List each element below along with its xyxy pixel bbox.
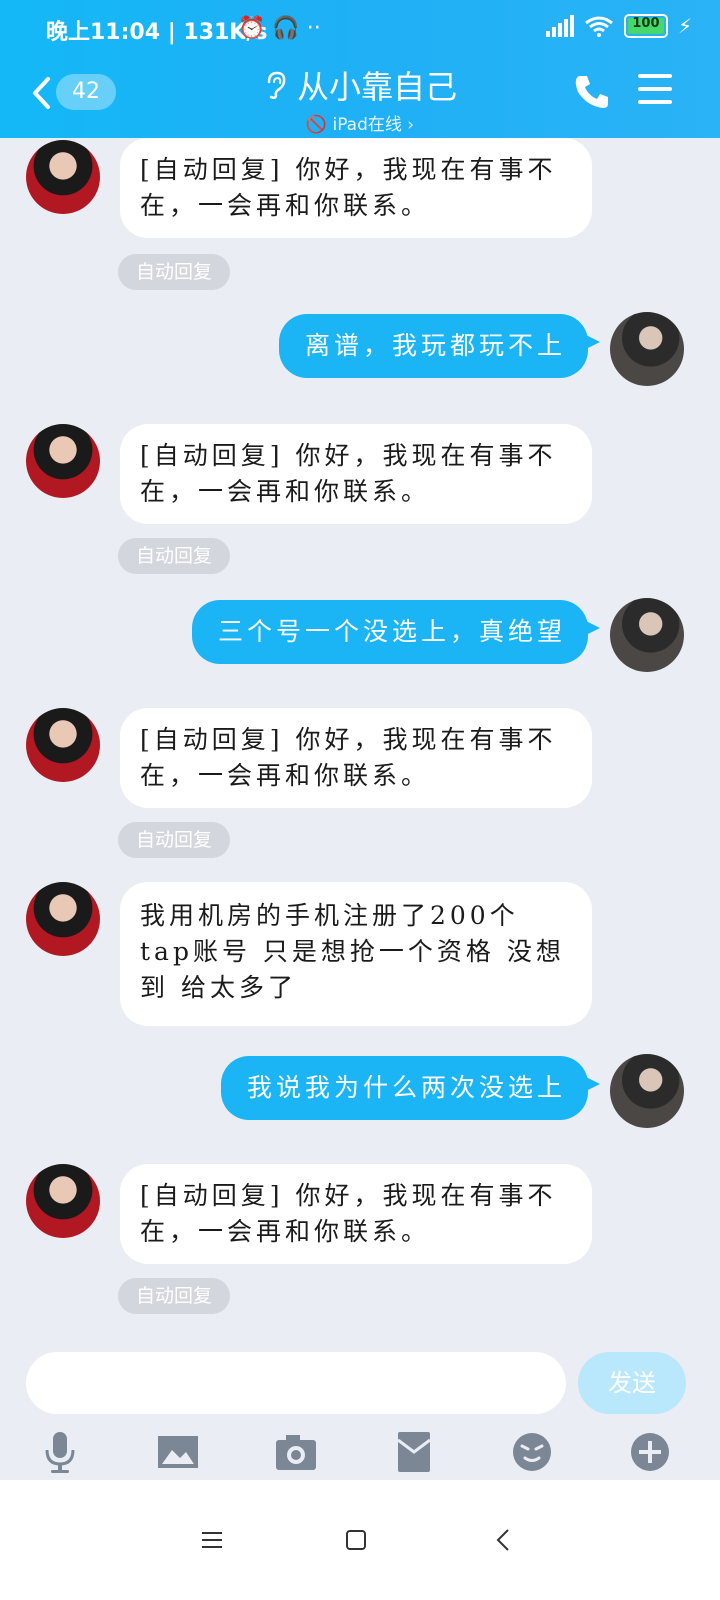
message-bubble[interactable]: [自动回复] 你好，我现在有事不在，一会再和你联系。 bbox=[120, 138, 592, 238]
status-right: 100 ⚡ bbox=[545, 14, 692, 38]
message-bubble[interactable]: 我用机房的手机注册了200个tap账号 只是想抢一个资格 没想到 给太多了 bbox=[120, 882, 592, 1026]
menu-icon[interactable] bbox=[190, 1518, 234, 1562]
home-icon[interactable] bbox=[334, 1518, 378, 1562]
message-bubble[interactable]: 离谱，我玩都玩不上 bbox=[278, 314, 601, 378]
composer: 发送 bbox=[0, 1340, 720, 1480]
message-bubble[interactable]: [自动回复] 你好，我现在有事不在，一会再和你联系。 bbox=[120, 424, 592, 524]
message-incoming: [自动回复] 你好，我现在有事不在，一会再和你联系。 自动回复 bbox=[0, 424, 720, 584]
back-icon[interactable] bbox=[482, 1518, 526, 1562]
no-entry-icon: 🚫 bbox=[305, 115, 328, 135]
contact-avatar[interactable] bbox=[26, 140, 100, 214]
message-bubble[interactable]: [自动回复] 你好，我现在有事不在，一会再和你联系。 bbox=[120, 1164, 592, 1264]
chevron-right-icon: › bbox=[407, 115, 415, 135]
microphone-icon[interactable] bbox=[38, 1430, 82, 1474]
contact-avatar[interactable] bbox=[26, 882, 100, 956]
contact-avatar[interactable] bbox=[26, 1164, 100, 1238]
page-title: 从小靠自己 bbox=[296, 68, 457, 106]
contact-avatar[interactable] bbox=[26, 424, 100, 498]
status-indicator-icons: ⏰ 🎧 ·· bbox=[238, 16, 321, 41]
composer-toolbar bbox=[0, 1426, 720, 1480]
message-outgoing: 离谱，我玩都玩不上 bbox=[0, 312, 720, 392]
auto-reply-tag: 自动回复 bbox=[118, 254, 230, 290]
image-icon[interactable] bbox=[156, 1430, 200, 1474]
online-status[interactable]: 🚫 iPad在线 › bbox=[0, 110, 720, 135]
auto-reply-tag: 自动回复 bbox=[118, 1278, 230, 1314]
status-bar: 晚上11:04 | 131K/s ⏰ 🎧 ·· 100 ⚡ bbox=[0, 0, 720, 60]
menu-button[interactable] bbox=[638, 74, 674, 106]
user-avatar[interactable] bbox=[610, 598, 684, 672]
contact-avatar[interactable] bbox=[26, 708, 100, 782]
message-bubble[interactable]: [自动回复] 你好，我现在有事不在，一会再和你联系。 bbox=[120, 708, 592, 808]
hd-signal-icon bbox=[545, 15, 574, 37]
send-button[interactable]: 发送 bbox=[578, 1352, 686, 1414]
battery-icon: 100 bbox=[623, 14, 668, 38]
system-nav-bar bbox=[0, 1480, 720, 1600]
auto-reply-tag: 自动回复 bbox=[118, 822, 230, 858]
message-incoming: 我用机房的手机注册了200个tap账号 只是想抢一个资格 没想到 给太多了 bbox=[0, 882, 720, 1026]
message-outgoing: 三个号一个没选上，真绝望 bbox=[0, 598, 720, 678]
message-incoming: [自动回复] 你好，我现在有事不在，一会再和你联系。 自动回复 bbox=[0, 138, 720, 298]
user-avatar[interactable] bbox=[610, 312, 684, 386]
message-list[interactable]: [自动回复] 你好，我现在有事不在，一会再和你联系。 自动回复 离谱，我玩都玩不… bbox=[0, 138, 720, 1338]
status-time: 晚上11:04 | 131K/s bbox=[46, 20, 268, 45]
plus-icon[interactable] bbox=[628, 1430, 672, 1474]
chat-header: 晚上11:04 | 131K/s ⏰ 🎧 ·· 100 ⚡ 42 从小靠自己 🚫… bbox=[0, 0, 720, 138]
auto-reply-tag: 自动回复 bbox=[118, 538, 230, 574]
message-incoming: [自动回复] 你好，我现在有事不在，一会再和你联系。 自动回复 bbox=[0, 708, 720, 868]
user-avatar[interactable] bbox=[610, 1054, 684, 1128]
ear-icon bbox=[267, 71, 286, 100]
phone-call-icon[interactable] bbox=[572, 72, 612, 112]
message-incoming: [自动回复] 你好，我现在有事不在，一会再和你联系。 自动回复 bbox=[0, 1164, 720, 1324]
charging-icon: ⚡ bbox=[677, 14, 692, 38]
message-input[interactable] bbox=[26, 1352, 566, 1414]
online-status-text: iPad在线 bbox=[332, 115, 402, 135]
battery-level: 100 bbox=[632, 16, 660, 31]
red-packet-icon[interactable] bbox=[392, 1430, 436, 1474]
camera-icon[interactable] bbox=[274, 1430, 318, 1474]
message-bubble[interactable]: 三个号一个没选上，真绝望 bbox=[191, 600, 601, 664]
title-block: 从小靠自己 🚫 iPad在线 › bbox=[0, 62, 720, 135]
emoji-icon[interactable] bbox=[510, 1430, 554, 1474]
message-outgoing: 我说我为什么两次没选上 bbox=[0, 1054, 720, 1134]
message-bubble[interactable]: 我说我为什么两次没选上 bbox=[220, 1056, 601, 1120]
wifi-icon bbox=[585, 16, 613, 37]
